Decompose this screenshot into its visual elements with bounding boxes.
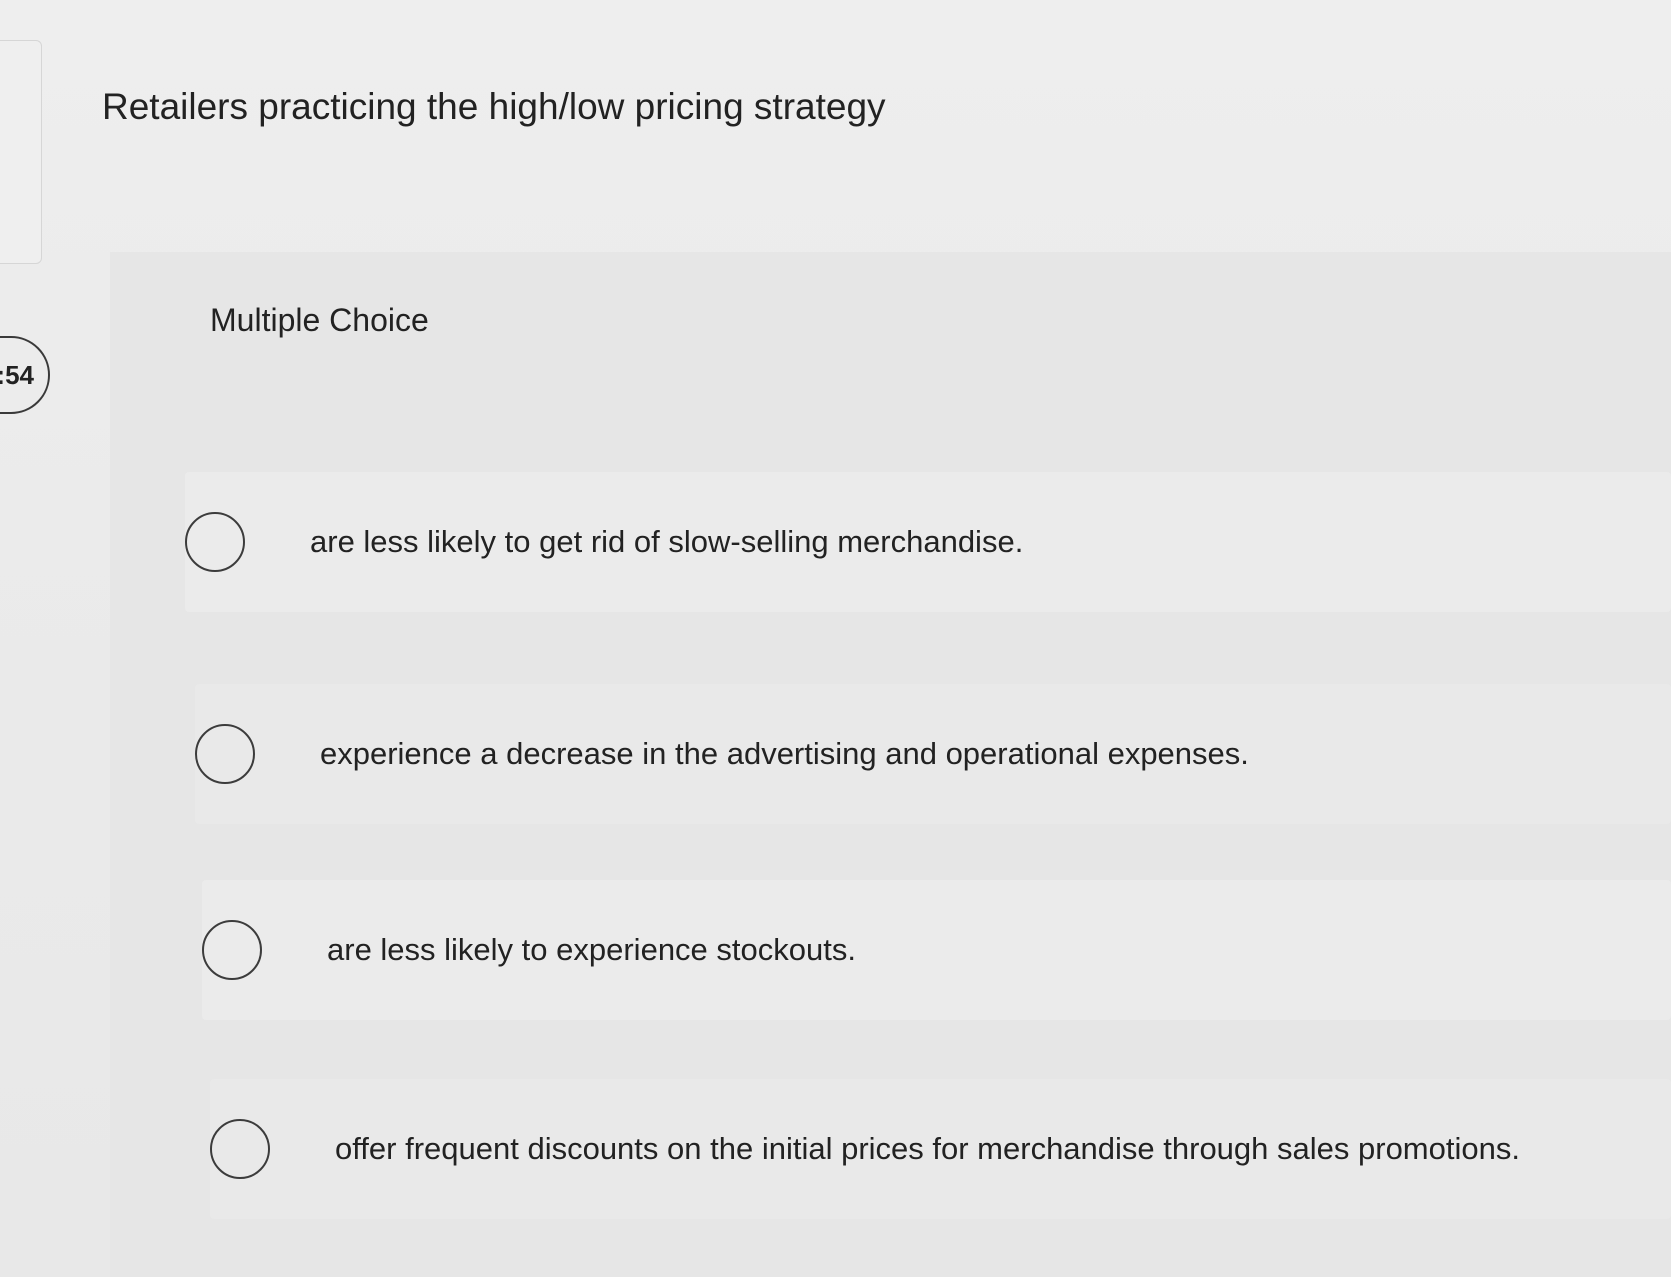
radio-unchecked-icon[interactable]	[185, 512, 245, 572]
answer-option-2[interactable]: experience a decrease in the advertising…	[195, 684, 1671, 824]
question-type-label: Multiple Choice	[210, 302, 429, 338]
answer-option-label: experience a decrease in the advertising…	[320, 736, 1249, 771]
radio-unchecked-icon[interactable]	[202, 920, 262, 980]
answer-option-4[interactable]: offer frequent discounts on the initial …	[210, 1079, 1671, 1219]
answer-option-3[interactable]: are less likely to experience stockouts.	[202, 880, 1671, 1020]
timer-text: :54	[0, 359, 34, 390]
answer-option-label: offer frequent discounts on the initial …	[335, 1131, 1520, 1166]
answer-panel: Multiple Choice are less likely to get r…	[110, 252, 1671, 1277]
answer-option-1[interactable]: are less likely to get rid of slow-selli…	[185, 472, 1671, 612]
answer-option-label: are less likely to experience stockouts.	[327, 932, 856, 967]
question-prompt: Retailers practicing the high/low pricin…	[102, 86, 886, 127]
timer-badge: :54	[0, 336, 50, 414]
side-panel-edge	[0, 40, 42, 264]
radio-unchecked-icon[interactable]	[195, 724, 255, 784]
radio-unchecked-icon[interactable]	[210, 1119, 270, 1179]
answer-option-label: are less likely to get rid of slow-selli…	[310, 524, 1024, 559]
